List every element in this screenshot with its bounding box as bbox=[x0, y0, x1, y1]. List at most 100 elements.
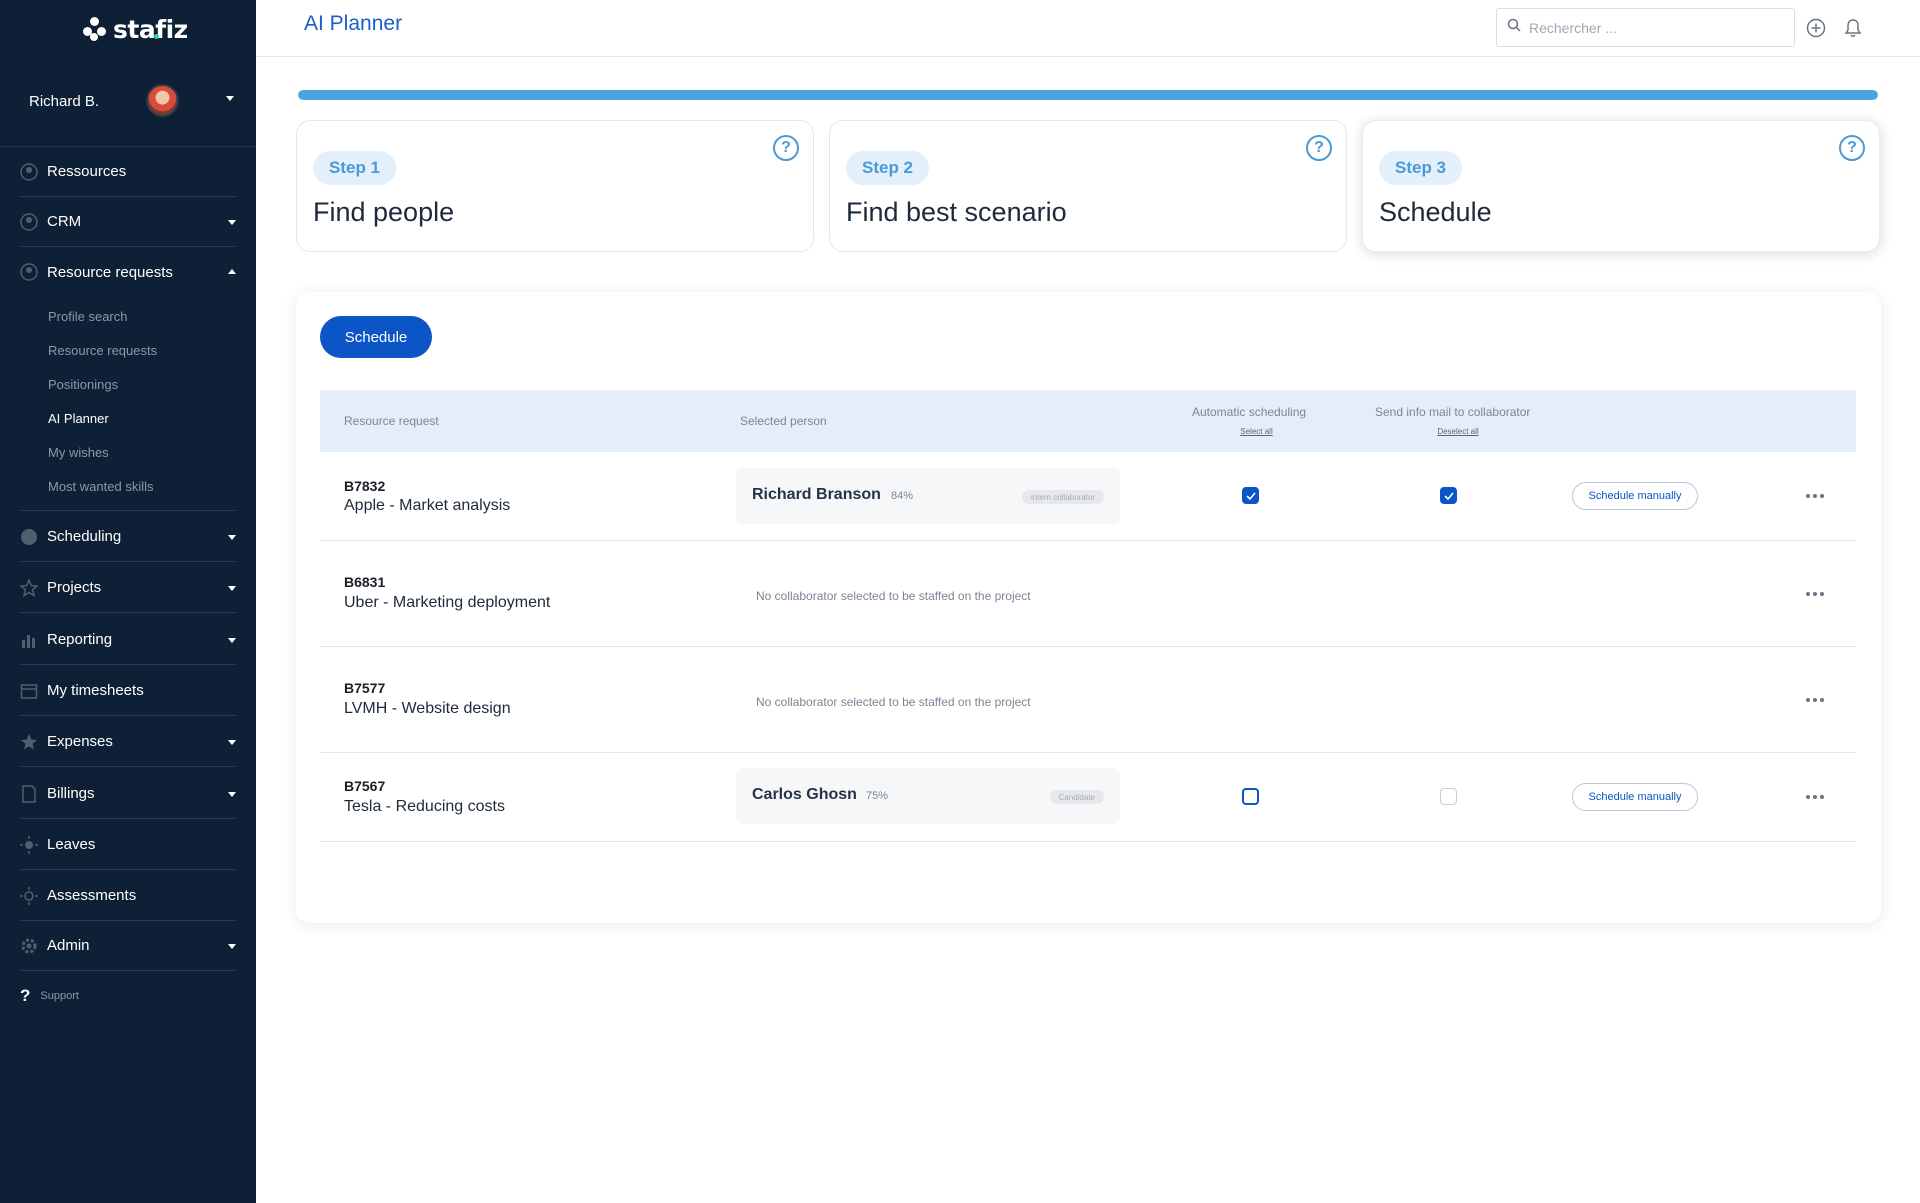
help-icon[interactable]: ? bbox=[1306, 135, 1332, 161]
help-icon[interactable]: ? bbox=[773, 135, 799, 161]
table-row: B7577 LVMH - Website design No collabora… bbox=[320, 647, 1856, 753]
more-options-icon[interactable] bbox=[1806, 792, 1836, 802]
send-mail-checkbox[interactable] bbox=[1440, 487, 1457, 504]
nav-item-leaves[interactable]: Leaves bbox=[20, 820, 236, 870]
subnav-item-most-wanted-skills[interactable]: Most wanted skills bbox=[48, 479, 153, 494]
gear-icon bbox=[20, 937, 38, 955]
person-type-badge: Candidate bbox=[1049, 790, 1104, 804]
support-label: Support bbox=[40, 990, 79, 1002]
sun-icon bbox=[20, 835, 38, 854]
nav-item-projects[interactable]: Projects bbox=[20, 563, 236, 613]
nav-item-my-timesheets[interactable]: My timesheets bbox=[20, 666, 236, 716]
nav-item-expenses[interactable]: Expenses bbox=[20, 717, 236, 767]
more-options-icon[interactable] bbox=[1806, 589, 1836, 599]
request-code: B7567 bbox=[344, 778, 386, 794]
nav-item-label: Admin bbox=[47, 937, 90, 954]
nav-item-label: Projects bbox=[47, 579, 102, 596]
chevron-up-icon bbox=[228, 269, 236, 274]
logo-mark-icon bbox=[83, 17, 107, 41]
selected-person-card[interactable]: Richard Branson 84% intern collaborator bbox=[736, 468, 1120, 524]
search-icon bbox=[1507, 18, 1521, 37]
calendar-icon bbox=[20, 682, 38, 700]
select-all-link[interactable]: Select all bbox=[1200, 427, 1313, 436]
request-name: Uber - Marketing deployment bbox=[344, 594, 551, 611]
step-badge: Step 3 bbox=[1379, 151, 1463, 185]
schedule-card: Schedule Resource request Selected perso… bbox=[296, 292, 1881, 923]
person-name: Richard Branson bbox=[752, 486, 881, 503]
chevron-down-icon bbox=[228, 739, 236, 745]
nav-item-billings[interactable]: Billings bbox=[20, 769, 236, 819]
table-row: B7567 Tesla - Reducing costs Carlos Ghos… bbox=[320, 753, 1856, 842]
person-type-badge: intern collaborator bbox=[1021, 490, 1104, 504]
divider bbox=[20, 510, 236, 511]
nav-item-scheduling[interactable]: Scheduling bbox=[20, 512, 236, 562]
nav-item-assessments[interactable]: Assessments bbox=[20, 871, 236, 921]
column-header-send-info-mail: Send info mail to collaborator bbox=[1375, 405, 1531, 419]
nav-item-crm[interactable]: CRM bbox=[20, 197, 236, 247]
clock-icon bbox=[20, 528, 38, 546]
user-name: Richard B. bbox=[29, 93, 100, 110]
nav-item-reporting[interactable]: Reporting bbox=[20, 615, 236, 665]
help-icon[interactable]: ? bbox=[1839, 135, 1865, 161]
stafiz-logo[interactable]: stafiz bbox=[83, 14, 188, 44]
nav-item-label: Reporting bbox=[47, 631, 113, 648]
chevron-down-icon bbox=[228, 943, 236, 949]
avatar bbox=[146, 84, 179, 117]
star-icon bbox=[20, 733, 38, 751]
step-card-1[interactable]: Step 1 Find people ? bbox=[296, 120, 814, 252]
more-options-icon[interactable] bbox=[1806, 695, 1836, 705]
nav-item-ressources[interactable]: Ressources bbox=[20, 147, 236, 197]
step-badge: Step 2 bbox=[846, 151, 930, 185]
column-header-selected-person: Selected person bbox=[740, 414, 827, 428]
deselect-all-link[interactable]: Deselect all bbox=[1375, 427, 1541, 436]
request-name: LVMH - Website design bbox=[344, 700, 511, 717]
column-header-resource-request: Resource request bbox=[344, 414, 439, 428]
user-circle-icon bbox=[20, 263, 38, 281]
send-mail-checkbox[interactable] bbox=[1440, 788, 1457, 805]
auto-scheduling-checkbox[interactable] bbox=[1242, 487, 1259, 504]
step-title: Find people bbox=[313, 197, 455, 227]
step-card-2[interactable]: Step 2 Find best scenario ? bbox=[829, 120, 1347, 252]
logo-dot bbox=[154, 34, 159, 39]
selected-person-card[interactable]: Carlos Ghosn 75% Candidate bbox=[736, 768, 1120, 824]
user-menu[interactable]: Richard B. bbox=[0, 72, 256, 130]
chevron-down-icon bbox=[228, 219, 236, 225]
sun-icon bbox=[20, 886, 38, 905]
check-icon bbox=[1443, 491, 1454, 500]
chevron-down-icon bbox=[228, 534, 236, 540]
subnav-item-my-wishes[interactable]: My wishes bbox=[48, 445, 109, 460]
subnav-item-ai-planner[interactable]: AI Planner bbox=[48, 411, 109, 426]
match-percent: 84% bbox=[891, 490, 914, 502]
top-header: AI Planner bbox=[256, 0, 1920, 57]
search-box[interactable] bbox=[1496, 8, 1795, 47]
question-icon: ? bbox=[20, 986, 31, 1005]
schedule-manually-button[interactable]: Schedule manually bbox=[1572, 482, 1698, 510]
auto-scheduling-checkbox[interactable] bbox=[1242, 788, 1259, 805]
table-row: B6831 Uber - Marketing deployment No col… bbox=[320, 541, 1856, 647]
star-icon bbox=[20, 578, 38, 597]
subnav-item-resource-requests[interactable]: Resource requests bbox=[48, 343, 157, 358]
user-circle-icon bbox=[20, 212, 38, 231]
subnav-item-positionings[interactable]: Positionings bbox=[48, 377, 118, 392]
schedule-button[interactable]: Schedule bbox=[320, 316, 432, 358]
nav-item-admin[interactable]: Admin bbox=[20, 921, 236, 971]
subnav-item-profile-search[interactable]: Profile search bbox=[48, 309, 127, 324]
schedule-manually-button[interactable]: Schedule manually bbox=[1572, 783, 1698, 811]
step-title: Find best scenario bbox=[846, 197, 1067, 227]
more-options-icon[interactable] bbox=[1806, 491, 1836, 501]
search-input[interactable] bbox=[1529, 19, 1779, 36]
request-name: Tesla - Reducing costs bbox=[344, 798, 505, 815]
person-name: Carlos Ghosn bbox=[752, 786, 857, 803]
support-link[interactable]: ? Support bbox=[20, 986, 79, 1006]
nav-item-label: Leaves bbox=[47, 836, 96, 853]
add-circle-icon[interactable] bbox=[1805, 17, 1827, 39]
step-card-3[interactable]: Step 3 Schedule ? bbox=[1362, 120, 1880, 252]
no-collaborator-note: No collaborator selected to be staffed o… bbox=[756, 589, 1031, 603]
nav-item-resource-requests[interactable]: Resource requests bbox=[20, 247, 236, 297]
chevron-down-icon bbox=[228, 585, 236, 591]
wizard-progress-bar bbox=[298, 90, 1878, 100]
check-icon bbox=[1245, 491, 1256, 500]
nav-item-label: Ressources bbox=[47, 163, 127, 180]
nav-item-label: Scheduling bbox=[47, 528, 122, 545]
bell-icon[interactable] bbox=[1842, 17, 1864, 39]
